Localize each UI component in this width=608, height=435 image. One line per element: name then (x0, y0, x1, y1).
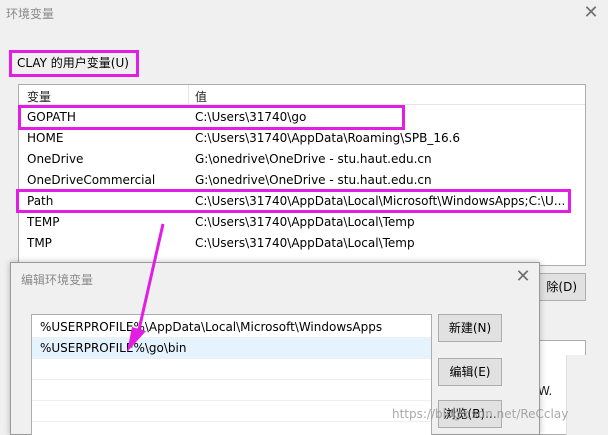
row-name: OneDrive (27, 152, 84, 166)
watermark: https://blog.csdn.net/ReCclay (392, 407, 569, 421)
list-item[interactable]: %USERPROFILE%\go\bin (32, 338, 431, 359)
dialog-close-icon[interactable]: ✕ (511, 265, 535, 289)
close-icon[interactable]: ✕ (574, 0, 608, 26)
row-name: GOPATH (27, 110, 76, 124)
row-name: TMP (27, 236, 52, 250)
table-row[interactable]: GOPATH C:\Users\31740\go (19, 107, 585, 128)
delete-button[interactable]: 除(D) (536, 273, 586, 301)
list-item-text: %USERPROFILE%\AppData\Local\Microsoft\Wi… (40, 320, 383, 334)
env-entry-list: %USERPROFILE%\AppData\Local\Microsoft\Wi… (31, 314, 432, 435)
table-row[interactable]: TMP C:\Users\31740\AppData\Local\Temp (19, 233, 585, 254)
row-value: C:\Users\31740\AppData\Roaming\SPB_16.6 (195, 131, 461, 145)
row-value: C:\Users\31740\AppData\Local\Microsoft\W… (195, 194, 566, 208)
system-var-peek: W. (538, 384, 553, 398)
list-item-empty[interactable] (32, 380, 431, 401)
table-header: 变量 值 (19, 85, 585, 105)
list-item-empty[interactable] (32, 359, 431, 380)
window-title: 环境变量 (6, 7, 55, 21)
dialog-title: 编辑环境变量 (21, 273, 94, 287)
table-row[interactable]: OneDriveCommercial G:\onedrive\OneDrive … (19, 170, 585, 191)
user-vars-table: 变量 值 GOPATH C:\Users\31740\go HOME C:\Us… (18, 84, 586, 266)
new-button[interactable]: 新建(N) (438, 314, 502, 342)
scrollbar[interactable] (566, 355, 586, 435)
user-vars-group-label: CLAY 的用户变量(U) (13, 52, 133, 73)
row-value: G:\onedrive\OneDrive - stu.haut.edu.cn (195, 173, 432, 187)
row-value: C:\Users\31740\AppData\Local\Temp (195, 215, 415, 229)
row-name: TEMP (27, 215, 60, 229)
list-item-empty[interactable] (32, 401, 431, 422)
row-name: HOME (27, 131, 64, 145)
table-row[interactable]: OneDrive G:\onedrive\OneDrive - stu.haut… (19, 149, 585, 170)
list-item-text: %USERPROFILE%\go\bin (40, 341, 187, 355)
table-row[interactable]: TEMP C:\Users\31740\AppData\Local\Temp (19, 212, 585, 233)
row-name: OneDriveCommercial (27, 173, 156, 187)
list-item[interactable]: %USERPROFILE%\AppData\Local\Microsoft\Wi… (32, 317, 431, 338)
row-name: Path (27, 194, 54, 208)
column-header-variable[interactable]: 变量 (27, 88, 51, 105)
row-value: G:\onedrive\OneDrive - stu.haut.edu.cn (195, 152, 432, 166)
table-row[interactable]: Path C:\Users\31740\AppData\Local\Micros… (19, 191, 585, 212)
row-value: C:\Users\31740\go (195, 110, 307, 124)
column-divider[interactable] (188, 85, 189, 105)
row-value: C:\Users\31740\AppData\Local\Temp (195, 236, 415, 250)
table-row[interactable]: HOME C:\Users\31740\AppData\Roaming\SPB_… (19, 128, 585, 149)
column-header-value[interactable]: 值 (195, 88, 207, 105)
edit-button[interactable]: 编辑(E) (438, 358, 502, 386)
